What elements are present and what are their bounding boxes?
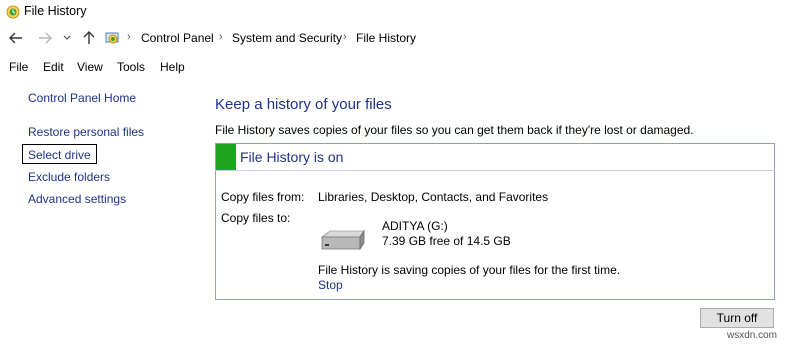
file-history-app-icon — [6, 5, 20, 19]
window-title: File History — [24, 4, 87, 18]
forward-button[interactable] — [37, 30, 53, 46]
select-drive-link[interactable]: Select drive — [28, 148, 91, 162]
back-button[interactable] — [8, 30, 24, 46]
saving-message: File History is saving copies of your fi… — [318, 263, 621, 277]
chevron-right-icon: › — [219, 31, 223, 43]
status-text: File History is on — [240, 149, 344, 165]
menu-help[interactable]: Help — [160, 60, 185, 74]
up-button[interactable] — [81, 30, 97, 46]
control-panel-icon — [105, 31, 119, 45]
chevron-down-icon — [63, 35, 71, 40]
breadcrumb-control-panel[interactable]: Control Panel — [141, 31, 214, 45]
restore-personal-files-link[interactable]: Restore personal files — [28, 125, 144, 139]
control-panel-home-link[interactable]: Control Panel Home — [28, 91, 136, 105]
watermark: wsxdn.com — [727, 330, 778, 341]
page-description: File History saves copies of your files … — [215, 123, 694, 137]
status-on-indicator — [216, 144, 236, 170]
advanced-settings-link[interactable]: Advanced settings — [28, 192, 126, 206]
turn-off-button[interactable]: Turn off — [700, 308, 774, 328]
exclude-folders-link[interactable]: Exclude folders — [28, 170, 110, 184]
forward-arrow-icon — [39, 32, 52, 44]
up-arrow-icon — [83, 31, 95, 44]
copy-from-label: Copy files from: — [221, 190, 305, 204]
copy-to-label: Copy files to: — [221, 211, 291, 225]
chevron-right-icon: › — [343, 31, 347, 43]
back-arrow-icon — [9, 32, 22, 44]
drive-name: ADITYA (G:) — [382, 219, 448, 233]
menu-tools[interactable]: Tools — [117, 60, 145, 74]
breadcrumb-file-history[interactable]: File History — [356, 31, 416, 45]
chevron-right-icon: › — [127, 31, 131, 43]
drive-icon — [318, 229, 366, 251]
copy-from-value: Libraries, Desktop, Contacts, and Favori… — [318, 190, 549, 204]
menu-view[interactable]: View — [77, 60, 103, 74]
menu-edit[interactable]: Edit — [43, 60, 64, 74]
breadcrumb-system-security[interactable]: System and Security — [232, 31, 342, 45]
recent-locations-button[interactable] — [61, 30, 73, 46]
page-heading: Keep a history of your files — [215, 96, 392, 113]
menu-file[interactable]: File — [9, 60, 28, 74]
stop-link[interactable]: Stop — [318, 278, 343, 292]
drive-free-space: 7.39 GB free of 14.5 GB — [382, 234, 511, 248]
